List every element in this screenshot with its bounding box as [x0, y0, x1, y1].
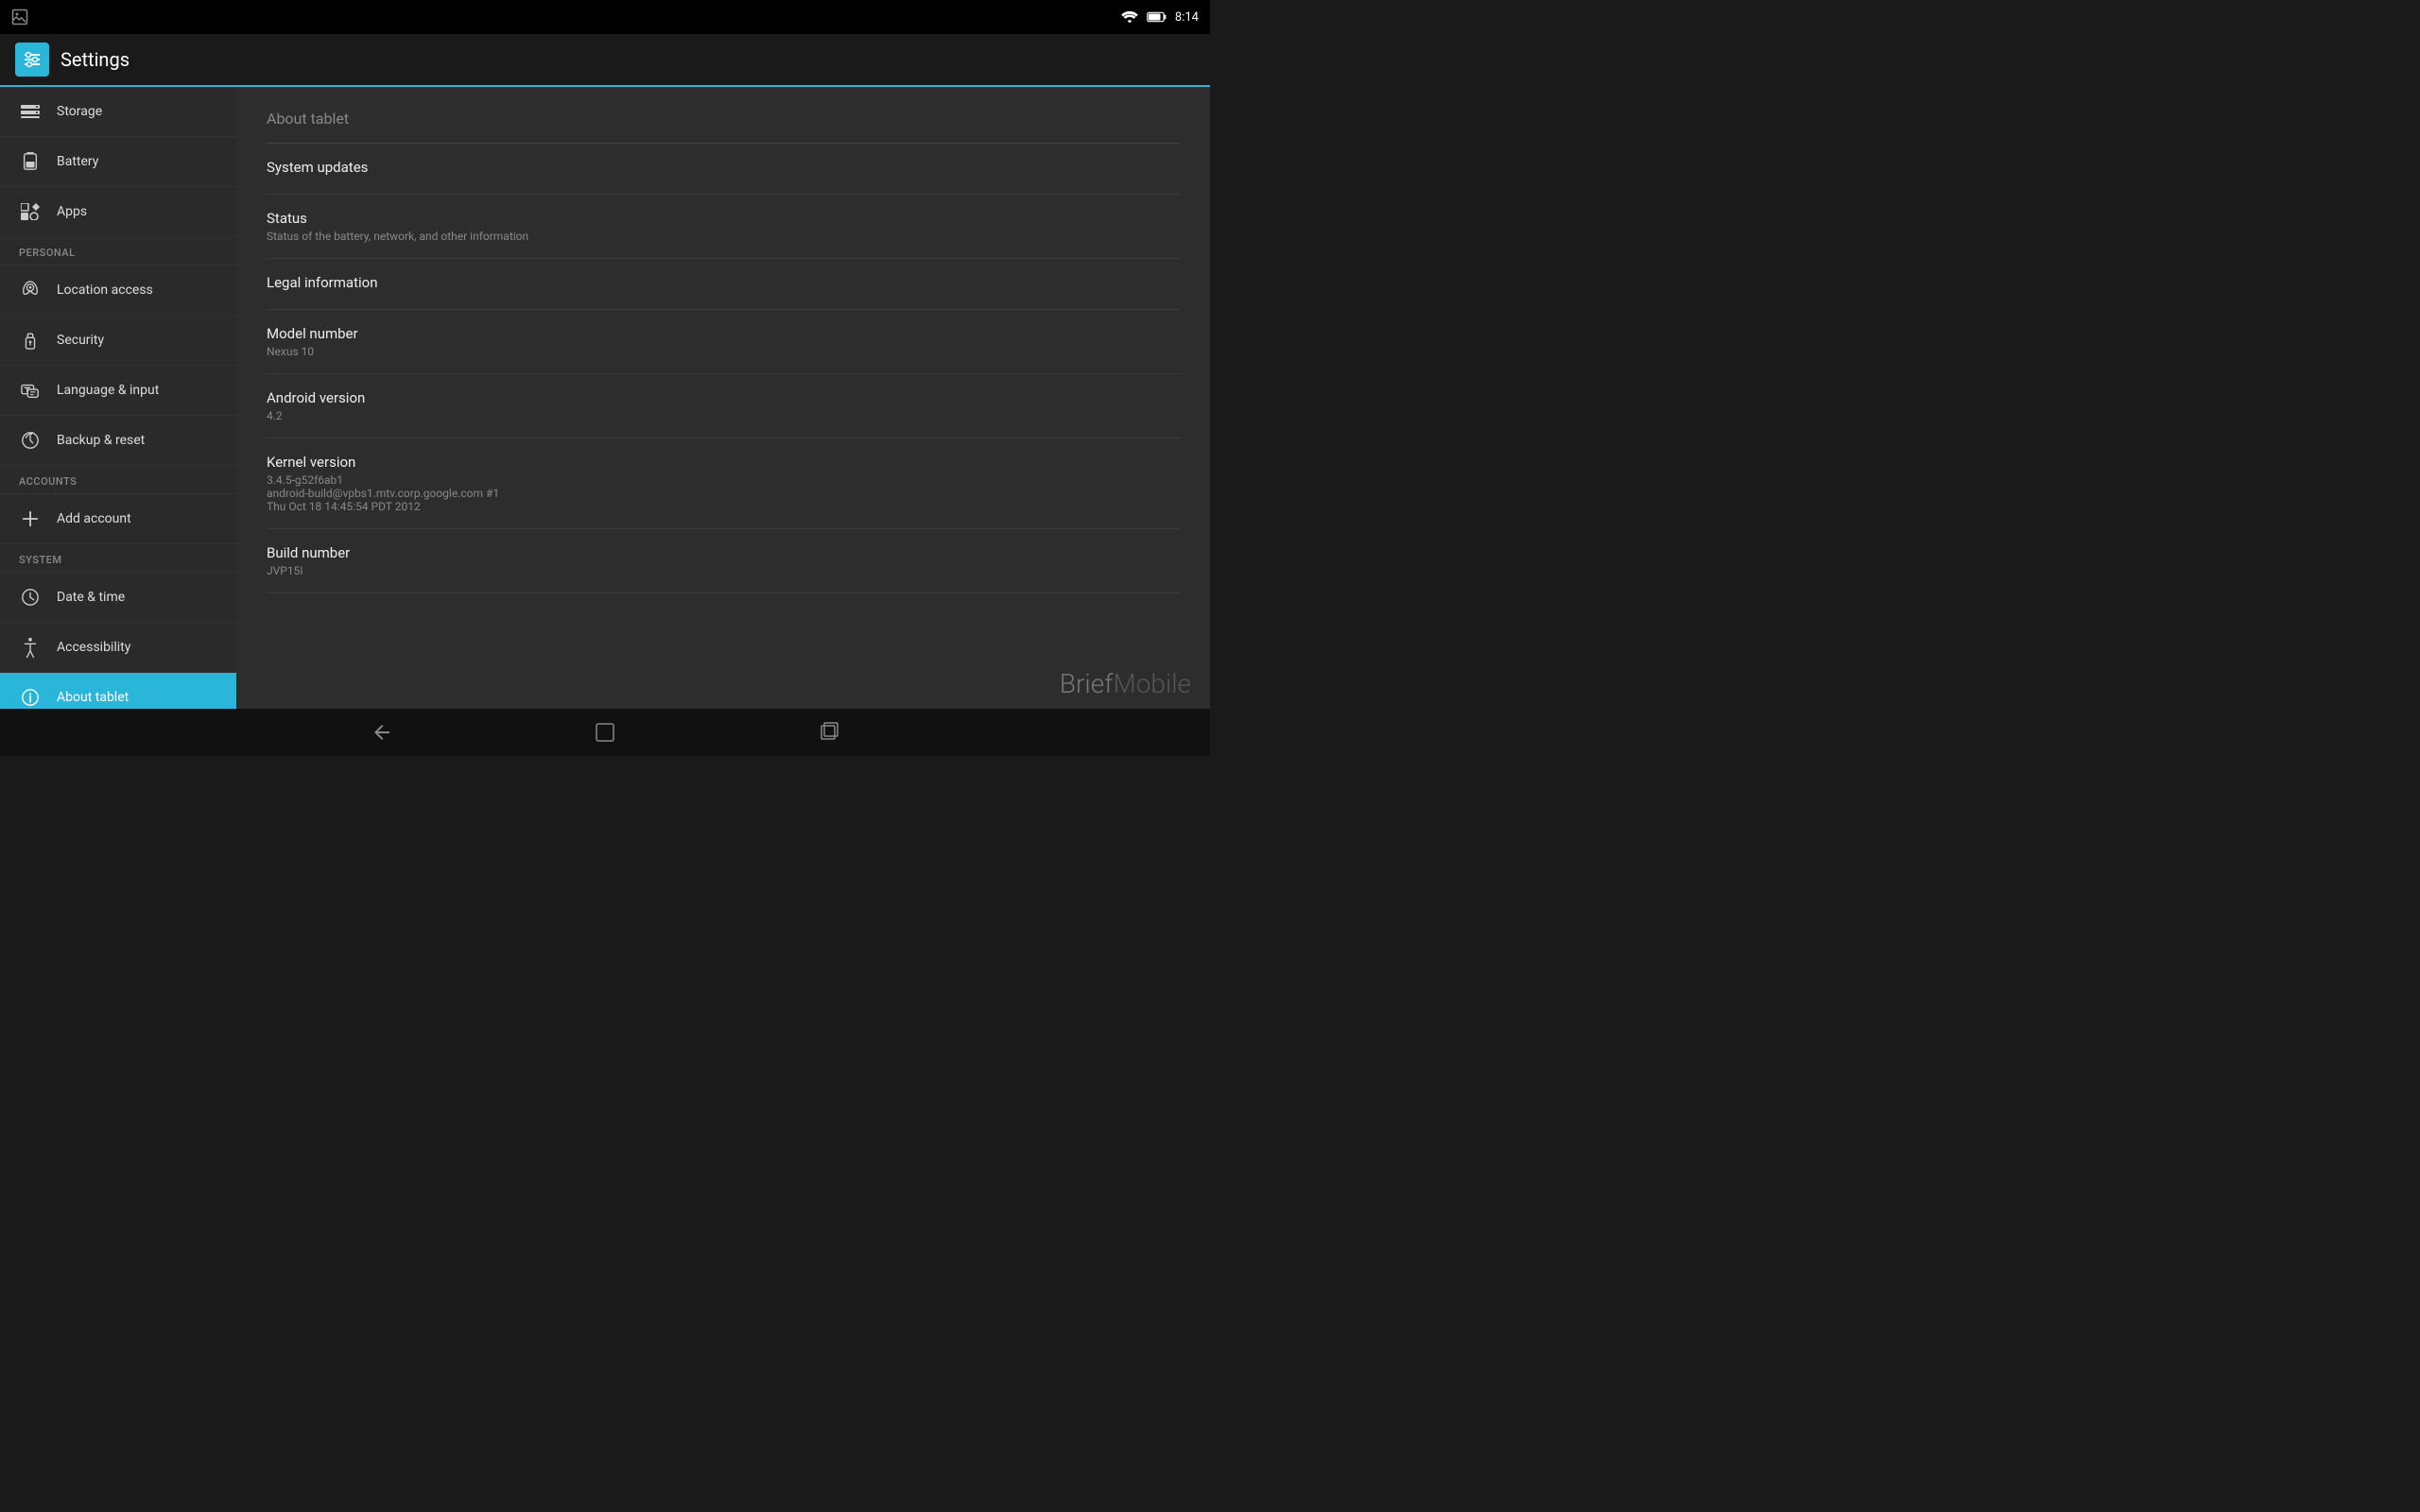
settings-app-icon: [15, 43, 49, 77]
battery-status-icon: [1147, 10, 1167, 24]
sidebar-item-accessibility[interactable]: Accessibility: [0, 623, 236, 673]
sidebar-item-battery[interactable]: Battery: [0, 137, 236, 187]
content-item-kernelversion: Kernel version 3.4.5-g52f6ab1 android-bu…: [267, 438, 1180, 529]
sidebar-item-language[interactable]: Language & input: [0, 366, 236, 416]
sidebar: Storage Battery: [0, 87, 236, 709]
content-item-androidversion: Android version 4.2: [267, 374, 1180, 438]
sidebar-item-storage[interactable]: Storage: [0, 87, 236, 137]
status-bar-time: 8:14: [1175, 10, 1199, 25]
accessibility-icon: [19, 636, 42, 659]
content-area: About tablet System updates Status Statu…: [236, 87, 1210, 709]
nav-back-button[interactable]: [365, 715, 399, 749]
content-item-modelnumber: Model number Nexus 10: [267, 310, 1180, 374]
content-item-systemupdates[interactable]: System updates: [267, 144, 1180, 195]
content-item-kernelversion-title: Kernel version: [267, 454, 1180, 471]
section-header-system: SYSTEM: [0, 544, 236, 573]
nav-recents-button[interactable]: [811, 715, 845, 749]
sidebar-item-apps[interactable]: Apps: [0, 187, 236, 237]
sidebar-item-location[interactable]: Location access: [0, 266, 236, 316]
sidebar-abouttablet-label: About tablet: [57, 690, 129, 705]
sidebar-datetime-label: Date & time: [57, 590, 125, 605]
sidebar-addaccount-label: Add account: [57, 511, 131, 526]
section-header-personal: PERSONAL: [0, 237, 236, 266]
backup-icon: [19, 429, 42, 452]
storage-icon: [19, 100, 42, 123]
section-header-accounts: ACCOUNTS: [0, 466, 236, 494]
sidebar-item-addaccount[interactable]: Add account: [0, 494, 236, 544]
sidebar-item-abouttablet[interactable]: About tablet: [0, 673, 236, 709]
top-bar: Settings: [0, 34, 1210, 87]
sidebar-item-security[interactable]: Security: [0, 316, 236, 366]
location-icon: [19, 279, 42, 301]
content-item-modelnumber-value: Nexus 10: [267, 345, 1180, 358]
datetime-icon: [19, 586, 42, 609]
content-item-androidversion-title: Android version: [267, 389, 1180, 406]
content-item-androidversion-value: 4.2: [267, 409, 1180, 422]
content-item-status[interactable]: Status Status of the battery, network, a…: [267, 195, 1180, 259]
sidebar-storage-label: Storage: [57, 104, 102, 119]
sidebar-security-label: Security: [57, 333, 104, 348]
content-item-legal-title: Legal information: [267, 274, 1180, 291]
page-title: Settings: [60, 48, 130, 71]
sidebar-language-label: Language & input: [57, 383, 159, 398]
apps-icon: [19, 200, 42, 223]
sidebar-location-label: Location access: [57, 283, 153, 298]
content-item-buildnumber-title: Build number: [267, 544, 1180, 561]
image-icon: [11, 9, 28, 26]
nav-bar: [0, 709, 1210, 756]
wifi-icon: [1120, 9, 1139, 25]
nav-home-button[interactable]: [588, 715, 622, 749]
sidebar-apps-label: Apps: [57, 204, 87, 219]
security-icon: [19, 329, 42, 352]
content-item-status-subtitle: Status of the battery, network, and othe…: [267, 230, 1180, 243]
sidebar-item-datetime[interactable]: Date & time: [0, 573, 236, 623]
status-bar-right: 8:14: [1120, 9, 1199, 25]
sidebar-item-backup[interactable]: Backup & reset: [0, 416, 236, 466]
battery-icon: [19, 150, 42, 173]
content-item-status-title: Status: [267, 210, 1180, 227]
content-item-buildnumber-value: JVP15I: [267, 564, 1180, 577]
content-title: About tablet: [267, 110, 1180, 128]
sidebar-backup-label: Backup & reset: [57, 433, 145, 448]
content-item-modelnumber-title: Model number: [267, 325, 1180, 342]
sidebar-accessibility-label: Accessibility: [57, 640, 130, 655]
sidebar-battery-label: Battery: [57, 154, 98, 169]
status-bar-left: [11, 9, 28, 26]
status-bar: 8:14: [0, 0, 1210, 34]
add-account-icon: [19, 507, 42, 530]
language-icon: [19, 379, 42, 402]
content-item-kernelversion-value: 3.4.5-g52f6ab1 android-build@vpbs1.mtv.c…: [267, 473, 1180, 513]
content-item-buildnumber: Build number JVP15I: [267, 529, 1180, 593]
content-item-legal[interactable]: Legal information: [267, 259, 1180, 310]
content-item-systemupdates-title: System updates: [267, 159, 1180, 176]
main-layout: Storage Battery: [0, 87, 1210, 709]
about-icon: [19, 686, 42, 709]
